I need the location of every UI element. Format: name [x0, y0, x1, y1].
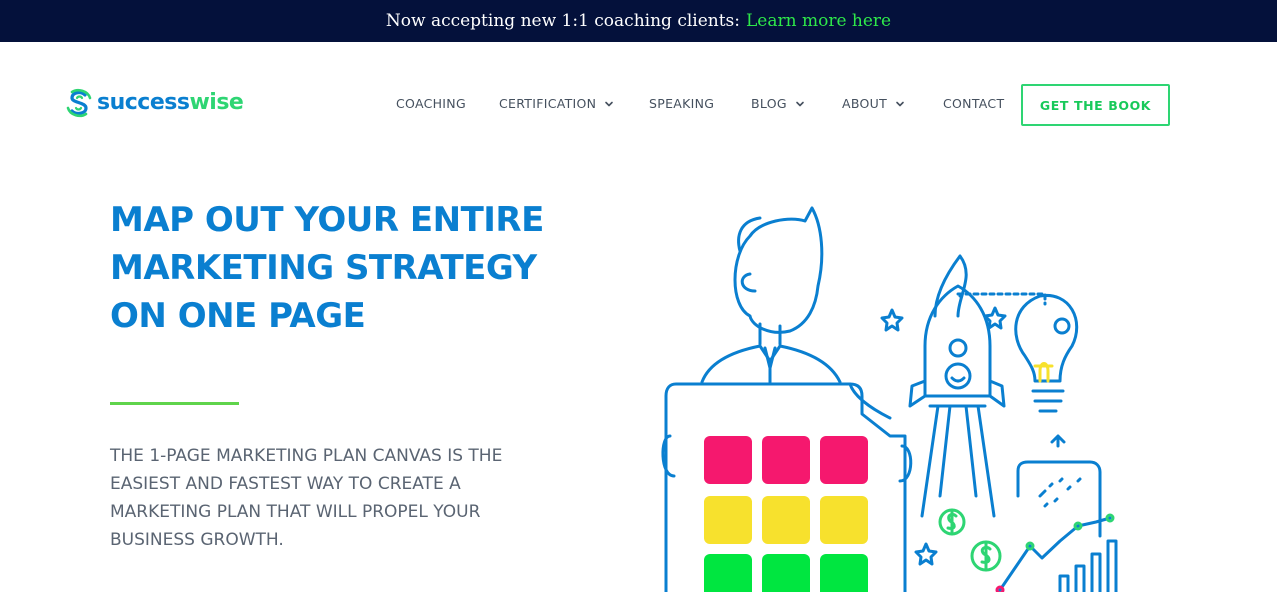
- brand-name-part2: wise: [189, 89, 244, 115]
- chevron-down-icon: [605, 101, 614, 107]
- nav-item-speaking[interactable]: SPEAKING: [649, 96, 714, 111]
- nav-item-about[interactable]: ABOUT: [842, 96, 905, 111]
- nav-item-coaching[interactable]: COACHING: [396, 96, 466, 111]
- announcement-link[interactable]: Learn more here: [746, 11, 891, 31]
- hero-title-line: MAP OUT YOUR ENTIRE: [110, 200, 544, 240]
- hero-subtitle: THE 1-PAGE MARKETING PLAN CANVAS IS THE …: [110, 442, 530, 554]
- brand-logo[interactable]: successwise: [64, 88, 244, 118]
- nav-item-contact[interactable]: CONTACT: [943, 96, 1004, 111]
- hero-subtitle-line: THE 1-PAGE MARKETING PLAN CANVAS IS THE: [110, 446, 503, 466]
- nav-item-label: CERTIFICATION: [499, 96, 597, 111]
- hero-illustration: [661, 206, 1118, 592]
- hero-title: MAP OUT YOUR ENTIRE MARKETING STRATEGY O…: [110, 196, 580, 340]
- announcement-text: Now accepting new 1:1 coaching clients:: [385, 11, 741, 31]
- hero-divider: [110, 402, 239, 405]
- hero-subtitle-line: BUSINESS GROWTH.: [110, 530, 284, 550]
- nav-item-certification[interactable]: CERTIFICATION: [499, 96, 614, 111]
- nav-item-label: SPEAKING: [649, 96, 715, 111]
- announcement-bar: Now accepting new 1:1 coaching clients: …: [0, 0, 1277, 42]
- chevron-down-icon: [896, 101, 904, 107]
- hero-title-line: ON ONE PAGE: [110, 296, 366, 336]
- nav-item-label: BLOG: [751, 96, 787, 111]
- canvas-tiles: [704, 436, 868, 592]
- chevron-down-icon: [796, 101, 804, 107]
- person-holding-canvas-icon: [700, 206, 842, 384]
- nav-item-label: ABOUT: [842, 96, 888, 111]
- dollar-coin-icon: [938, 508, 1002, 572]
- successwise-logo-icon: [66, 88, 92, 118]
- get-the-book-button[interactable]: GET THE BOOK: [1021, 84, 1170, 126]
- nav-item-blog[interactable]: BLOG: [751, 96, 805, 111]
- growth-chart-icon: [995, 460, 1118, 592]
- brand-name: successwise: [97, 89, 244, 115]
- hero-title-line: MARKETING STRATEGY: [110, 248, 537, 288]
- hero-subtitle-line: EASIEST AND FASTEST WAY TO CREATE A: [110, 474, 461, 494]
- nav-item-label: COACHING: [396, 96, 466, 111]
- brand-name-part1: success: [97, 89, 190, 115]
- nav-item-label: CONTACT: [943, 96, 1005, 111]
- lightbulb-icon: [956, 292, 1079, 448]
- hero-subtitle-line: MARKETING PLAN THAT WILL PROPEL YOUR: [110, 502, 481, 522]
- site-header: successwise COACHING CERTIFICATION SPEAK…: [0, 42, 1277, 168]
